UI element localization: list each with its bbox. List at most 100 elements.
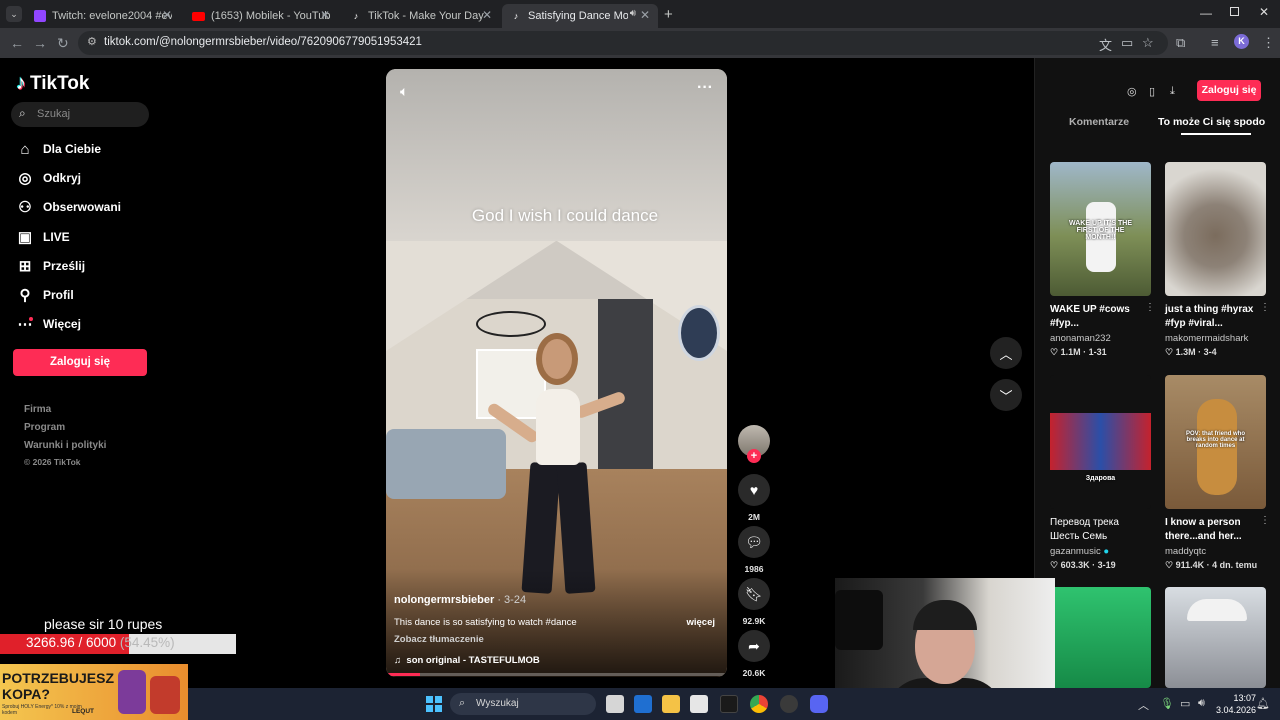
extensions-icon[interactable]: ⧉ — [1176, 35, 1185, 51]
cast-icon[interactable]: ▭ — [1121, 35, 1133, 51]
video-thumbnail[interactable] — [1050, 587, 1151, 688]
next-video-button[interactable]: ﹀ — [990, 379, 1022, 411]
save-action[interactable]: 🔖︎ 92.9K — [738, 578, 770, 626]
new-tab-button[interactable]: + — [664, 6, 673, 23]
video-author[interactable]: nolongermrsbieber · 3-24 — [394, 594, 526, 606]
tab-youtube[interactable]: (1653) Mobilek - YouTube ✕ — [184, 4, 338, 28]
file-explorer-icon[interactable] — [662, 695, 680, 713]
chevron-up-icon[interactable]: ︿ — [1138, 697, 1149, 713]
volume-icon[interactable]: 🔈︎ — [400, 83, 408, 100]
profile-avatar[interactable]: K — [1234, 34, 1249, 49]
minimize-icon[interactable]: — — [1200, 6, 1212, 20]
translate-icon[interactable]: 文 — [1099, 35, 1112, 54]
sidebar-item-more[interactable]: ⋯ Więcej — [16, 313, 81, 335]
mobile-icon[interactable]: ▯ — [1149, 85, 1155, 98]
search-input[interactable]: ⌕ Szukaj — [11, 102, 149, 127]
store-icon[interactable] — [690, 695, 708, 713]
forward-icon[interactable]: → — [33, 35, 47, 51]
close-window-icon[interactable]: ✕ — [1259, 5, 1269, 19]
video-thumbnail[interactable]: Здарова — [1050, 375, 1151, 509]
url-field[interactable]: ⚙ tiktok.com/@nolongermrsbieber/video/76… — [78, 31, 1168, 55]
video-thumbnail[interactable] — [1165, 162, 1266, 296]
bookmark-icon[interactable]: 🔖︎ — [738, 578, 770, 610]
notification-icon[interactable]: 🔔︎ — [1256, 697, 1270, 710]
previous-video-button[interactable]: ︿ — [990, 337, 1022, 369]
video-thumbnail[interactable]: WAKE UP IT'S THE FIRST OF THE MONTH!! — [1050, 162, 1151, 296]
see-more-link[interactable]: więcej — [686, 617, 715, 628]
explore-icon[interactable]: ◎ — [1127, 85, 1137, 98]
reload-icon[interactable]: ↻ — [57, 35, 69, 52]
video-progress-bar[interactable] — [386, 673, 727, 676]
recommended-video-card[interactable]: just a thing #hyrax #fyp #viral... ⋮ mako… — [1165, 162, 1270, 358]
obs-icon[interactable] — [720, 695, 738, 713]
sidebar-item-profile[interactable]: ⚲ Profil — [16, 284, 74, 306]
sidebar-item-live[interactable]: ▣ LIVE — [16, 226, 70, 248]
chrome-icon[interactable] — [750, 695, 768, 713]
comment-action[interactable]: 💬︎ 1986 — [738, 526, 770, 574]
reading-list-icon[interactable]: ≡ — [1211, 35, 1219, 50]
back-icon[interactable]: ← — [10, 35, 24, 51]
card-username[interactable]: maddyqtc — [1165, 546, 1266, 557]
card-menu-icon[interactable]: ⋮ — [1145, 302, 1155, 313]
discord-icon[interactable] — [810, 695, 828, 713]
close-icon[interactable]: ✕ — [320, 8, 330, 22]
tiktok-logo[interactable]: ♪ TikTok — [16, 72, 89, 95]
card-menu-icon[interactable]: ⋮ — [1260, 515, 1270, 526]
tab-search-button[interactable]: ⌄ — [6, 6, 22, 22]
more-options-icon[interactable]: ··· — [697, 79, 713, 97]
sidebar-item-upload[interactable]: ⊞ Prześlij — [16, 255, 85, 277]
follow-plus-icon[interactable]: + — [747, 449, 761, 463]
volume-tray-icon[interactable]: 🔊︎ — [1198, 697, 1205, 710]
share-action[interactable]: ➦ 20.6K — [738, 630, 770, 678]
recommended-video-card[interactable] — [1050, 587, 1151, 688]
sidebar-item-following[interactable]: ⚇ Obserwowani — [16, 196, 121, 218]
task-view-icon[interactable] — [606, 695, 624, 713]
recommended-video-card[interactable]: POV: that friend who breaks into dance a… — [1165, 375, 1270, 571]
close-icon[interactable]: ✕ — [482, 8, 492, 22]
comment-icon[interactable]: 💬︎ — [738, 526, 770, 558]
card-username[interactable]: gazanmusic ● — [1050, 546, 1151, 557]
tab-comments[interactable]: Komentarze — [1069, 116, 1129, 128]
music-link[interactable]: ♫ son original - TASTEFULMOB — [394, 655, 540, 666]
login-button-top[interactable]: Zaloguj się — [1197, 80, 1261, 101]
system-clock[interactable]: 13:07 3.04.2026 — [1216, 692, 1256, 716]
site-info-icon[interactable]: ⚙ — [87, 35, 97, 48]
download-icon[interactable]: ⤓ — [1170, 85, 1175, 98]
card-menu-icon[interactable]: ⋮ — [1260, 302, 1270, 313]
footer-link-terms[interactable]: Warunki i polityki — [24, 440, 106, 451]
tab-tiktok-active[interactable]: ♪ Satisfying Dance Moves: "G 🔊︎ ✕ — [502, 4, 658, 28]
tab-you-may-like[interactable]: To może Ci się spodo — [1158, 116, 1265, 128]
menu-kebab-icon[interactable]: ⋮ — [1262, 35, 1275, 51]
speaker-icon[interactable]: 🔊︎ — [630, 8, 636, 19]
tab-tiktok[interactable]: ♪ TikTok - Make Your Day ✕ — [342, 4, 500, 28]
heart-icon[interactable]: ♥ — [738, 474, 770, 506]
mic-icon[interactable]: 🎙︎ — [1160, 697, 1174, 710]
translate-link[interactable]: Zobacz tłumaczenie — [394, 634, 484, 645]
bookmark-star-icon[interactable]: ☆ — [1142, 35, 1154, 51]
taskbar-search-input[interactable]: ⌕ Wyszukaj — [450, 693, 596, 715]
share-icon[interactable]: ➦ — [738, 630, 770, 662]
app-icon[interactable] — [780, 695, 798, 713]
footer-link-program[interactable]: Program — [24, 422, 65, 433]
sidebar-item-for-you[interactable]: ⌂ Dla Ciebie — [16, 138, 101, 160]
close-icon[interactable]: ✕ — [640, 8, 650, 22]
close-icon[interactable]: ✕ — [162, 8, 172, 22]
card-username[interactable]: anonaman232 — [1050, 333, 1151, 344]
login-button[interactable]: Zaloguj się — [13, 349, 147, 376]
recommended-video-card[interactable]: WAKE UP IT'S THE FIRST OF THE MONTH!! WA… — [1050, 162, 1155, 358]
outlook-icon[interactable] — [634, 695, 652, 713]
footer-link-company[interactable]: Firma — [24, 404, 51, 415]
recommended-video-card[interactable]: Здарова Перевод трека Шесть Семь gazanmus… — [1050, 375, 1151, 571]
video-player[interactable]: God I wish I could dance 🔈︎ ··· nolonger… — [386, 69, 727, 677]
recommended-video-card[interactable] — [1165, 587, 1266, 688]
sidebar-item-explore[interactable]: ◎ Odkryj — [16, 167, 81, 189]
windows-start-icon[interactable] — [426, 696, 442, 712]
author-name[interactable]: nolongermrsbieber — [394, 594, 494, 606]
card-username[interactable]: makomermaidshark — [1165, 333, 1266, 344]
video-thumbnail[interactable] — [1165, 587, 1266, 688]
network-icon[interactable]: ▭ — [1180, 697, 1190, 710]
video-thumbnail[interactable]: POV: that friend who breaks into dance a… — [1165, 375, 1266, 509]
like-action[interactable]: ♥ 2M — [738, 474, 770, 522]
tab-twitch[interactable]: Twitch: evelone2004 #evelone ✕ — [26, 4, 180, 28]
restore-icon[interactable] — [1230, 7, 1239, 16]
